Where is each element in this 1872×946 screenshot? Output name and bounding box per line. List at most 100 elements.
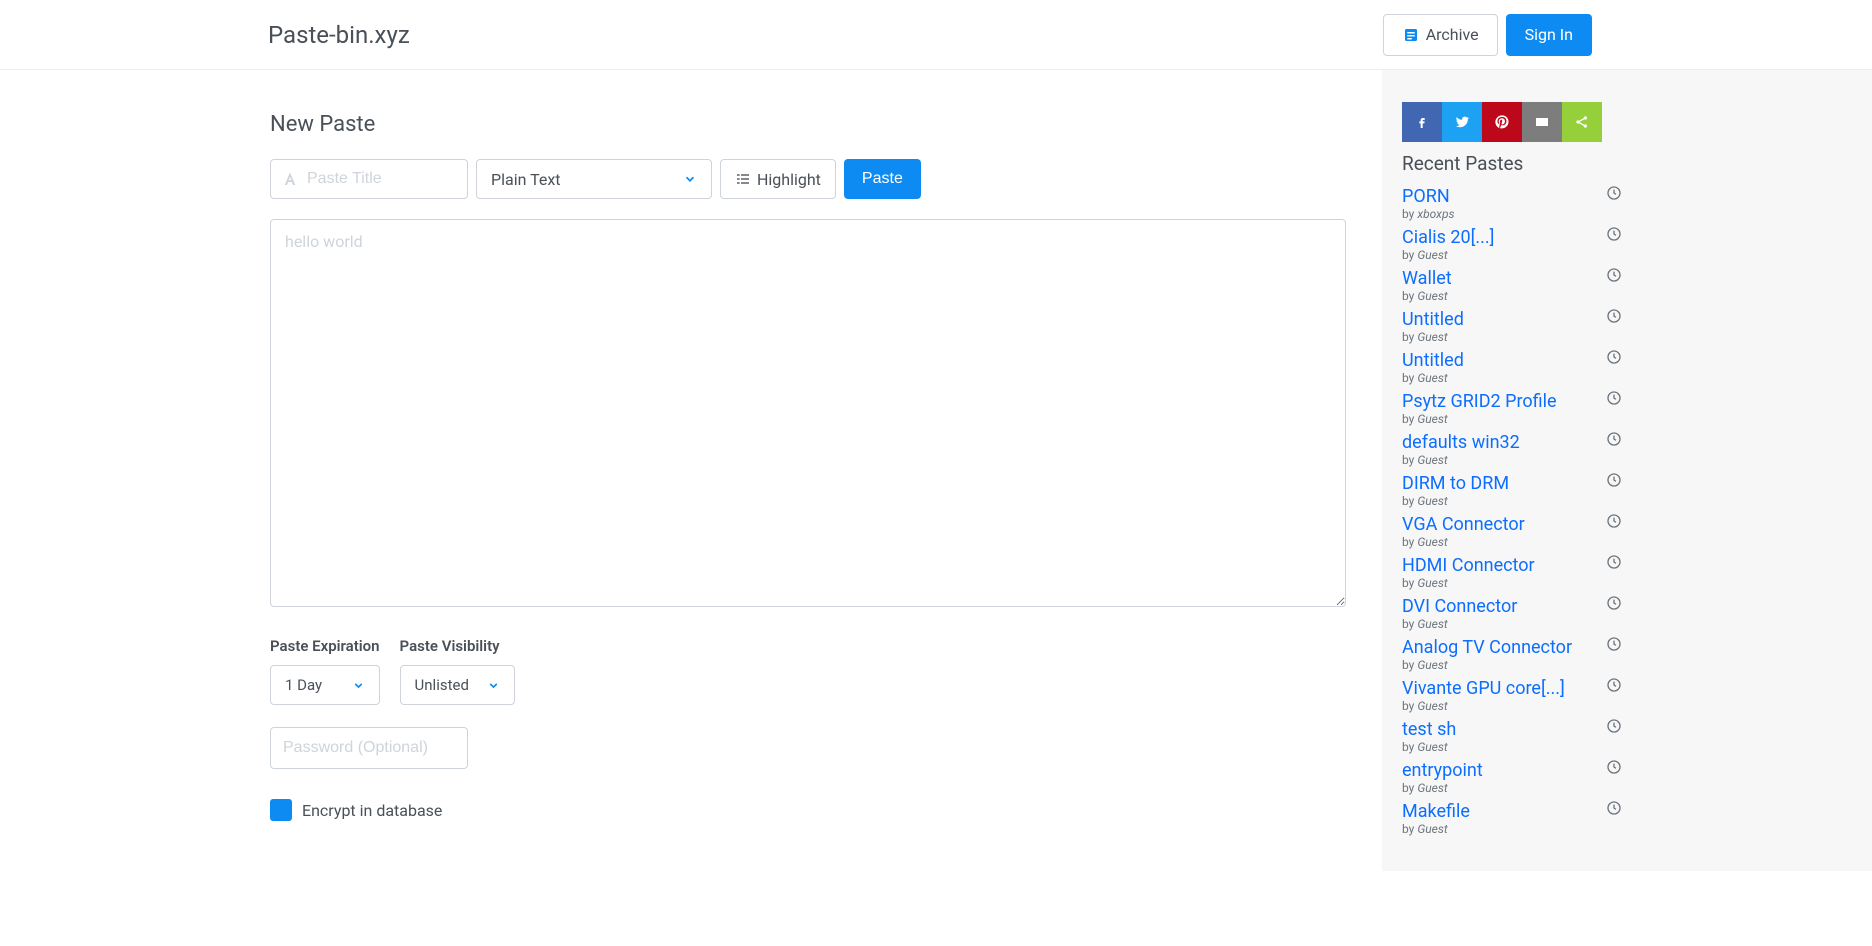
archive-icon <box>1402 26 1420 44</box>
clock-icon <box>1606 308 1622 324</box>
expiration-select[interactable]: 1 Day <box>270 665 380 705</box>
paste-author: by Guest <box>1402 371 1622 385</box>
paste-link[interactable]: DIRM to DRM <box>1402 473 1509 494</box>
clock-icon <box>1606 759 1622 775</box>
recent-paste-item: Untitledby Guest <box>1402 306 1622 347</box>
clock-icon <box>1606 554 1622 570</box>
paste-button[interactable]: Paste <box>844 159 921 199</box>
paste-link[interactable]: DVI Connector <box>1402 596 1517 617</box>
email-share-button[interactable] <box>1522 102 1562 142</box>
paste-link[interactable]: Wallet <box>1402 268 1452 289</box>
expiration-label: Paste Expiration <box>270 637 380 655</box>
recent-paste-item: Makefileby Guest <box>1402 798 1622 839</box>
chevron-down-icon <box>683 172 697 186</box>
clock-icon <box>1606 349 1622 365</box>
signin-button[interactable]: Sign In <box>1506 14 1592 56</box>
syntax-select[interactable]: Plain Text <box>476 159 712 199</box>
recent-paste-item: defaults win32by Guest <box>1402 429 1622 470</box>
title-input[interactable] <box>307 170 457 188</box>
social-share <box>1402 102 1622 142</box>
paste-author: by Guest <box>1402 453 1622 467</box>
recent-paste-item: VGA Connectorby Guest <box>1402 511 1622 552</box>
pinterest-share-button[interactable] <box>1482 102 1522 142</box>
encrypt-row: Encrypt in database <box>270 799 1346 821</box>
paste-author: by Guest <box>1402 412 1622 426</box>
recent-pastes-list: PORNby xboxpsCialis 20[...]by GuestWalle… <box>1402 183 1622 839</box>
clock-icon <box>1606 800 1622 816</box>
clock-icon <box>1606 390 1622 406</box>
paste-link[interactable]: HDMI Connector <box>1402 555 1535 576</box>
paste-link[interactable]: Untitled <box>1402 350 1464 371</box>
clock-icon <box>1606 677 1622 693</box>
chevron-down-icon <box>487 679 500 692</box>
main-content: New Paste Plain Text Highlight Pas <box>0 70 1382 871</box>
recent-paste-item: PORNby xboxps <box>1402 183 1622 224</box>
recent-paste-item: Vivante GPU core[...]by Guest <box>1402 675 1622 716</box>
paste-author: by Guest <box>1402 576 1622 590</box>
recent-paste-item: Walletby Guest <box>1402 265 1622 306</box>
paste-link[interactable]: PORN <box>1402 186 1450 207</box>
encrypt-checkbox[interactable] <box>270 799 292 821</box>
clock-icon <box>1606 431 1622 447</box>
expiration-selected: 1 Day <box>285 676 322 694</box>
recent-paste-item: DIRM to DRMby Guest <box>1402 470 1622 511</box>
twitter-share-button[interactable] <box>1442 102 1482 142</box>
title-input-group <box>270 159 468 199</box>
paste-toolbar: Plain Text Highlight Paste <box>270 159 1346 199</box>
paste-link[interactable]: Vivante GPU core[...] <box>1402 678 1565 699</box>
visibility-label: Paste Visibility <box>400 637 515 655</box>
sharethis-share-button[interactable] <box>1562 102 1602 142</box>
paste-author: by Guest <box>1402 248 1622 262</box>
visibility-group: Paste Visibility Unlisted <box>400 637 515 705</box>
paste-link[interactable]: Psytz GRID2 Profile <box>1402 391 1557 412</box>
paste-content-input[interactable] <box>270 219 1346 607</box>
paste-author: by Guest <box>1402 289 1622 303</box>
recent-paste-item: Untitledby Guest <box>1402 347 1622 388</box>
font-icon <box>281 170 299 188</box>
syntax-selected: Plain Text <box>491 170 561 189</box>
facebook-share-button[interactable] <box>1402 102 1442 142</box>
highlight-button[interactable]: Highlight <box>720 159 836 199</box>
paste-author: by Guest <box>1402 494 1622 508</box>
recent-paste-item: test shby Guest <box>1402 716 1622 757</box>
recent-pastes-title: Recent Pastes <box>1402 152 1622 175</box>
clock-icon <box>1606 513 1622 529</box>
clock-icon <box>1606 472 1622 488</box>
paste-author: by xboxps <box>1402 207 1622 221</box>
page-title: New Paste <box>270 112 1346 137</box>
archive-label: Archive <box>1426 25 1479 44</box>
highlight-icon <box>735 171 751 187</box>
highlight-label: Highlight <box>757 170 821 189</box>
recent-paste-item: HDMI Connectorby Guest <box>1402 552 1622 593</box>
paste-author: by Guest <box>1402 330 1622 344</box>
brand-logo[interactable]: Paste-bin.xyz <box>268 21 410 49</box>
clock-icon <box>1606 636 1622 652</box>
password-input[interactable] <box>270 727 468 769</box>
recent-paste-item: DVI Connectorby Guest <box>1402 593 1622 634</box>
expiration-group: Paste Expiration 1 Day <box>270 637 380 705</box>
visibility-select[interactable]: Unlisted <box>400 665 515 705</box>
clock-icon <box>1606 718 1622 734</box>
paste-link[interactable]: Makefile <box>1402 801 1470 822</box>
paste-author: by Guest <box>1402 617 1622 631</box>
paste-link[interactable]: Cialis 20[...] <box>1402 227 1494 248</box>
paste-author: by Guest <box>1402 822 1622 836</box>
paste-link[interactable]: VGA Connector <box>1402 514 1525 535</box>
recent-paste-item: Psytz GRID2 Profileby Guest <box>1402 388 1622 429</box>
clock-icon <box>1606 226 1622 242</box>
paste-author: by Guest <box>1402 740 1622 754</box>
recent-paste-item: Analog TV Connectorby Guest <box>1402 634 1622 675</box>
sidebar: Recent Pastes PORNby xboxps Cialis 20[...… <box>1382 70 1872 871</box>
paste-link[interactable]: defaults win32 <box>1402 432 1520 453</box>
paste-link[interactable]: test sh <box>1402 719 1456 740</box>
visibility-selected: Unlisted <box>415 676 469 694</box>
password-row <box>270 727 1346 769</box>
archive-button[interactable]: Archive <box>1383 14 1498 56</box>
paste-link[interactable]: Analog TV Connector <box>1402 637 1572 658</box>
paste-author: by Guest <box>1402 535 1622 549</box>
paste-link[interactable]: entrypoint <box>1402 760 1483 781</box>
options-row: Paste Expiration 1 Day Paste Visibility … <box>270 637 1346 705</box>
clock-icon <box>1606 185 1622 201</box>
header: Paste-bin.xyz Archive Sign In <box>0 0 1872 70</box>
paste-link[interactable]: Untitled <box>1402 309 1464 330</box>
